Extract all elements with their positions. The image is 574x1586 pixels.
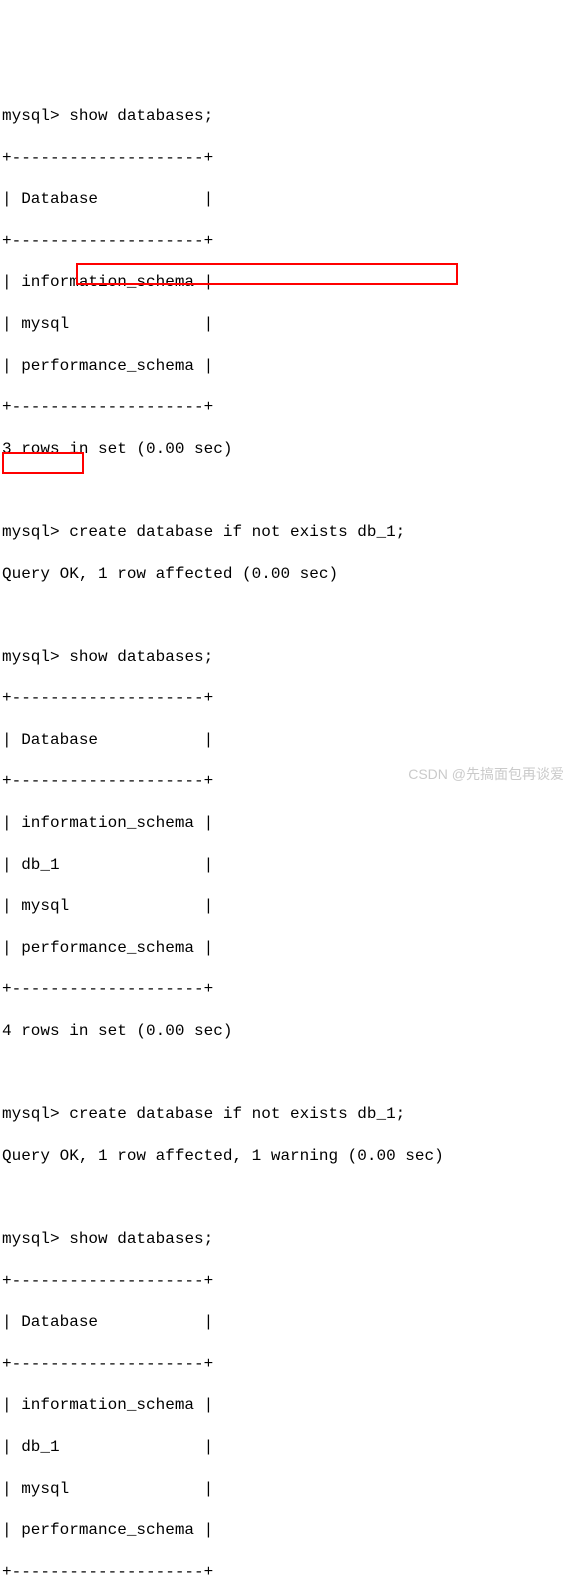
table-row: | performance_schema | xyxy=(2,938,572,959)
blank-line xyxy=(2,1063,572,1084)
table-border: +--------------------+ xyxy=(2,688,572,709)
blank-line xyxy=(2,480,572,501)
table-row: | information_schema | xyxy=(2,272,572,293)
table-row: | mysql | xyxy=(2,314,572,335)
cmd-line: mysql> create database if not exists db_… xyxy=(2,1104,572,1125)
table-border: +--------------------+ xyxy=(2,771,572,792)
table-row: | performance_schema | xyxy=(2,356,572,377)
table-header: | Database | xyxy=(2,189,572,210)
result-text: 3 rows in set (0.00 sec) xyxy=(2,439,572,460)
result-text: 4 rows in set (0.00 sec) xyxy=(2,1021,572,1042)
terminal-output: mysql> show databases; +----------------… xyxy=(2,85,572,1586)
table-row: | db_1 | xyxy=(2,1437,572,1458)
table-border: +--------------------+ xyxy=(2,397,572,418)
table-border: +--------------------+ xyxy=(2,231,572,252)
result-text: Query OK, 1 row affected, 1 warning (0.0… xyxy=(2,1146,572,1167)
result-text: Query OK, 1 row affected (0.00 sec) xyxy=(2,564,572,585)
blank-line xyxy=(2,605,572,626)
table-border: +--------------------+ xyxy=(2,148,572,169)
table-border: +--------------------+ xyxy=(2,1562,572,1583)
table-row: | mysql | xyxy=(2,1479,572,1500)
table-row: | information_schema | xyxy=(2,813,572,834)
table-border: +--------------------+ xyxy=(2,979,572,1000)
table-header: | Database | xyxy=(2,1312,572,1333)
cmd-line: mysql> show databases; xyxy=(2,1229,572,1250)
table-header: | Database | xyxy=(2,730,572,751)
table-border: +--------------------+ xyxy=(2,1271,572,1292)
table-row: | information_schema | xyxy=(2,1395,572,1416)
cmd-line: mysql> show databases; xyxy=(2,106,572,127)
table-row: | db_1 | xyxy=(2,855,572,876)
table-row: | performance_schema | xyxy=(2,1520,572,1541)
blank-line xyxy=(2,1187,572,1208)
table-border: +--------------------+ xyxy=(2,1354,572,1375)
cmd-line: mysql> create database if not exists db_… xyxy=(2,522,572,543)
table-row: | mysql | xyxy=(2,896,572,917)
cmd-line: mysql> show databases; xyxy=(2,647,572,668)
